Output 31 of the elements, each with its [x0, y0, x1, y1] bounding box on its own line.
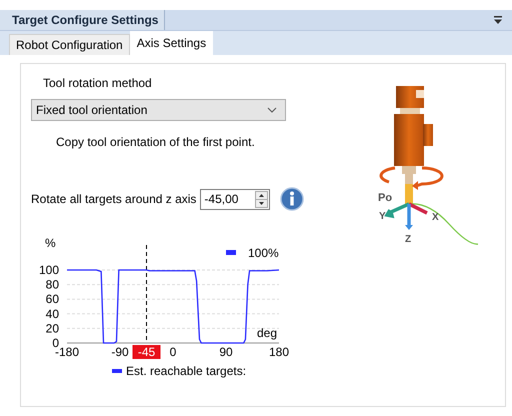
y-tick-label: 40 [46, 306, 59, 321]
x-tick-label: 90 [219, 345, 233, 359]
x-tick-label: -90 [111, 345, 129, 359]
legend-label: Est. reachable targets: [126, 364, 246, 378]
x-tick-label: 0 [170, 345, 176, 359]
chevron-down-icon [267, 107, 277, 113]
ref-line-label: -45 [138, 345, 156, 359]
y-tick-label: 20 [46, 321, 59, 336]
tab[interactable]: Robot Configuration [9, 34, 130, 55]
info-icon[interactable] [280, 187, 304, 211]
y-axis-label: % [45, 236, 56, 250]
y-tick-label: 0 [52, 336, 59, 350]
y-tick-label: 60 [46, 292, 59, 306]
x-axis-label: deg [256, 326, 277, 340]
y-tick-label: 100 [38, 263, 59, 277]
panel-title: Target Configure Settings [0, 10, 166, 30]
dropdown-menu-icon[interactable] [494, 16, 502, 24]
robot-tool-drawing: Po Y X Z [348, 84, 478, 264]
current-value: 100% [248, 246, 279, 260]
rotation-spin-field[interactable]: -45,00 [200, 188, 270, 210]
rotation-method-dropdown[interactable]: Fixed tool orientation [31, 99, 286, 121]
marker-value-badge: -45 [132, 345, 160, 359]
tab[interactable]: Axis Settings [130, 31, 214, 55]
spinner-arrows-icon[interactable] [255, 190, 268, 208]
legend-swatch [112, 369, 122, 373]
description-text: Copy tool orientation of the first point. [56, 135, 256, 149]
field-label: Tool rotation method [43, 76, 153, 90]
value-swatch [226, 250, 236, 255]
y-tick-label: 80 [46, 278, 59, 292]
field-label: Rotate all targets around z axis [31, 192, 196, 206]
x-tick-label: 180 [268, 345, 290, 359]
